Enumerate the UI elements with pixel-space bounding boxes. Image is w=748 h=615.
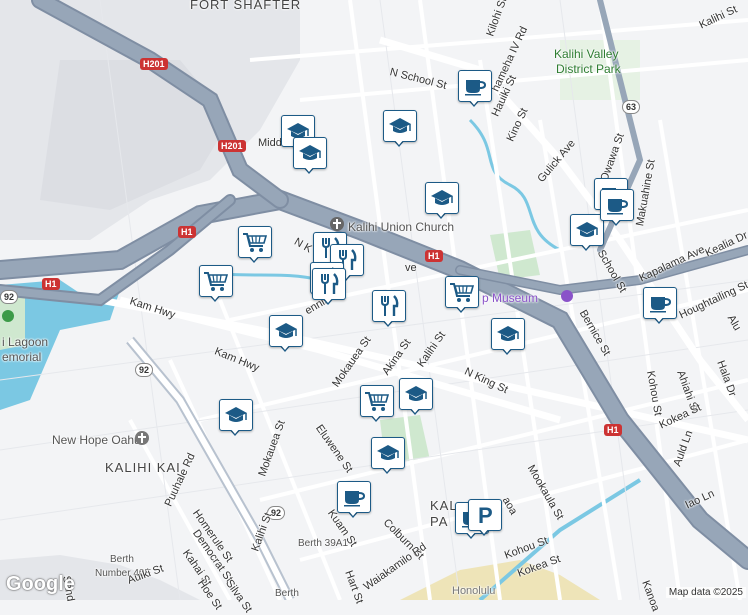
map-marker-school[interactable] bbox=[269, 315, 303, 353]
cart-icon bbox=[203, 270, 229, 292]
map-marker-cart[interactable] bbox=[445, 276, 479, 314]
coffee-icon bbox=[605, 195, 629, 215]
poi-label: Berth bbox=[110, 554, 134, 565]
google-logo: Google bbox=[6, 573, 75, 595]
h1-shield: H1 bbox=[42, 278, 60, 290]
restaurant-icon bbox=[318, 272, 340, 296]
map-attribution[interactable]: Map data ©2025 bbox=[665, 587, 746, 598]
coffee-icon bbox=[648, 293, 672, 313]
map-marker-school[interactable] bbox=[399, 378, 433, 416]
map-marker-restaurant[interactable] bbox=[372, 290, 406, 328]
cart-icon bbox=[242, 231, 268, 253]
cart-icon bbox=[364, 390, 390, 412]
area-label: FORT SHAFTER bbox=[190, 0, 302, 12]
poi-label: New Hope Oahu bbox=[52, 433, 141, 447]
school-icon bbox=[224, 405, 248, 425]
map-marker-cart[interactable] bbox=[360, 385, 394, 423]
h201-shield: H201 bbox=[140, 58, 168, 70]
coffee-icon bbox=[342, 487, 366, 507]
poi-label: Berth bbox=[275, 588, 299, 599]
map-marker-school[interactable] bbox=[425, 182, 459, 220]
area-label: PA bbox=[430, 514, 449, 529]
map-marker-school[interactable] bbox=[219, 399, 253, 437]
school-icon bbox=[575, 220, 599, 240]
street-label: Midd bbox=[258, 137, 282, 149]
poi-label: p Museum bbox=[482, 291, 539, 305]
map-marker-coffee[interactable] bbox=[458, 70, 492, 108]
school-icon bbox=[404, 384, 428, 404]
map-marker-cart[interactable] bbox=[238, 226, 272, 264]
map-marker-school[interactable] bbox=[383, 110, 417, 148]
map-marker-school[interactable] bbox=[570, 214, 604, 252]
svg-text:P: P bbox=[478, 504, 493, 526]
school-icon bbox=[376, 443, 400, 463]
street-label: ve bbox=[405, 262, 417, 274]
parking-icon: P bbox=[474, 504, 496, 526]
park-label: District Park bbox=[556, 62, 621, 76]
poi-label: Kalihi Union Church bbox=[348, 220, 455, 234]
poi-label: Berth 39A1 bbox=[298, 538, 349, 549]
h1-shield: H1 bbox=[178, 226, 196, 238]
restaurant-icon bbox=[378, 294, 400, 318]
area-label: KAL bbox=[430, 498, 458, 513]
school-icon bbox=[430, 188, 454, 208]
h1-shield: H1 bbox=[425, 250, 443, 262]
map-marker-coffee[interactable] bbox=[643, 287, 677, 325]
route-63-shield: 63 bbox=[622, 100, 641, 114]
map-marker-cart[interactable] bbox=[199, 265, 233, 303]
school-icon bbox=[496, 324, 520, 344]
map-marker-coffee[interactable] bbox=[600, 189, 634, 227]
school-icon bbox=[274, 321, 298, 341]
map-marker-school[interactable] bbox=[293, 137, 327, 175]
map-marker-parking[interactable]: P bbox=[468, 499, 502, 537]
park-label: Kalihi Valley bbox=[554, 47, 619, 61]
map-marker-coffee[interactable] bbox=[337, 481, 371, 519]
h201-shield: H201 bbox=[218, 140, 246, 152]
map-marker-school[interactable] bbox=[371, 437, 405, 475]
poi-label: Honolulu bbox=[452, 585, 496, 597]
map-marker-school[interactable] bbox=[491, 318, 525, 356]
route-92-shield: 92 bbox=[135, 363, 154, 377]
poi-label: i Lagoon bbox=[2, 335, 49, 349]
cart-icon bbox=[449, 281, 475, 303]
h1-shield: H1 bbox=[604, 424, 622, 436]
area-label: KALIHI KAI bbox=[105, 460, 181, 475]
school-icon bbox=[298, 143, 322, 163]
poi-label: emorial bbox=[2, 350, 42, 364]
school-icon bbox=[388, 116, 412, 136]
route-92-shield: 92 bbox=[0, 290, 19, 304]
map-canvas[interactable]: H201 H201 H1 H1 H1 H1 63 92 92 92 FORT S… bbox=[0, 0, 748, 615]
map-marker-restaurant[interactable] bbox=[312, 268, 346, 306]
coffee-icon bbox=[463, 76, 487, 96]
